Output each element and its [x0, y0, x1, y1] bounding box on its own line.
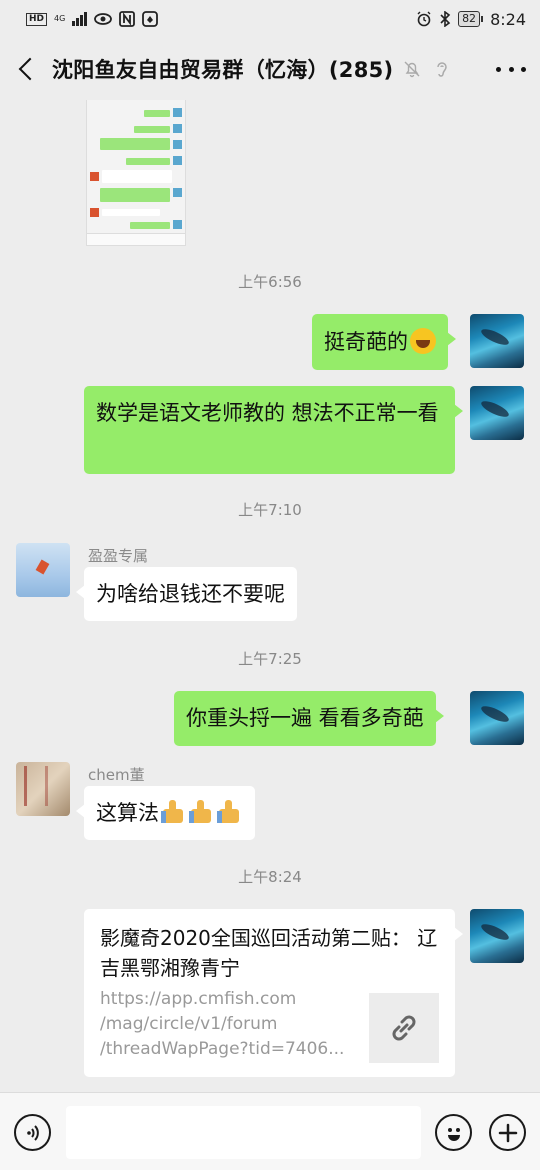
network-type: 4G: [54, 14, 66, 23]
back-arrow-icon[interactable]: [16, 58, 38, 80]
emoji-icon[interactable]: [435, 1114, 472, 1151]
message-text: 挺奇葩的: [324, 330, 408, 354]
link-url-line: /mag/circle/v1/forum: [100, 1014, 278, 1034]
timestamp: 上午6:56: [238, 273, 302, 291]
clock: 8:24: [490, 9, 526, 29]
link-url-line: https://app.cmfish.com: [100, 989, 297, 1009]
avatar[interactable]: [470, 691, 524, 745]
message-text: 这算法: [96, 801, 159, 825]
message-text: 为啥给退钱还不要呢: [96, 582, 285, 606]
bluetooth-icon: [440, 11, 451, 27]
plus-icon[interactable]: [489, 1114, 526, 1151]
shield-icon: [142, 11, 159, 27]
avatar[interactable]: [16, 762, 70, 816]
battery-level: 82: [458, 11, 481, 27]
link-title: 影魔奇2020全国巡回活动第二贴： 辽吉黑鄂湘豫青宁: [100, 926, 438, 980]
nfc-icon: [119, 11, 136, 27]
link-card[interactable]: 影魔奇2020全国巡回活动第二贴： 辽吉黑鄂湘豫青宁 https://app.c…: [84, 909, 463, 1077]
laughing-emoji-icon: [410, 328, 436, 354]
chat-header: 沈阳鱼友自由贸易群（忆海）(285): [0, 38, 540, 100]
message-bubble[interactable]: 你重头捋一遍 看看多奇葩: [174, 691, 444, 746]
hd-indicator: HD: [26, 12, 48, 26]
message-bubble[interactable]: 数学是语文老师教的 想法不正常一看: [84, 386, 463, 474]
thumbs-up-emoji-icon: [189, 799, 215, 825]
avatar[interactable]: [470, 909, 524, 963]
message-list[interactable]: 上午6:56 挺奇葩的 数学是语文老师教的 想法不正常一看 上午7:10 盈盈专…: [0, 100, 540, 1092]
timestamp: 上午8:24: [238, 868, 302, 886]
timestamp: 上午7:10: [238, 501, 302, 519]
thumbs-up-emoji-icon: [217, 799, 243, 825]
thumbs-up-emoji-icon: [161, 799, 187, 825]
message-input[interactable]: [66, 1106, 421, 1159]
timestamp: 上午7:25: [238, 650, 302, 668]
chat-title: 沈阳鱼友自由贸易群（忆海）(285): [52, 58, 394, 82]
message-bubble[interactable]: 为啥给退钱还不要呢: [76, 567, 297, 621]
sender-name: 盈盈专属: [88, 547, 149, 565]
avatar[interactable]: [16, 543, 70, 597]
signal-icon: [72, 12, 88, 26]
avatar[interactable]: [470, 386, 524, 440]
shared-chat-screenshot[interactable]: [86, 100, 186, 246]
voice-icon[interactable]: [14, 1114, 51, 1151]
earpiece-icon: [431, 58, 453, 80]
message-bubble[interactable]: 挺奇葩的: [312, 314, 456, 370]
status-bar-right: 82 8:24: [416, 10, 526, 29]
mute-bell-icon: [401, 58, 423, 80]
input-bar: [0, 1092, 540, 1170]
status-bar: HD 4G 82 8:24: [0, 0, 540, 38]
eye-icon: [94, 13, 113, 25]
message-text: 你重头捋一遍 看看多奇葩: [186, 706, 424, 730]
more-dots-icon[interactable]: [496, 66, 526, 72]
sender-name: chem董: [88, 766, 145, 784]
link-thumbnail: [369, 993, 439, 1063]
link-url: https://app.cmfish.com /mag/circle/v1/fo…: [100, 987, 348, 1062]
alarm-icon: [417, 11, 431, 27]
battery-icon: 82: [458, 11, 484, 27]
link-url-line: /threadWapPage?tid=7406...: [100, 1039, 345, 1059]
message-bubble[interactable]: 这算法: [76, 786, 255, 840]
link-icon: [392, 1015, 416, 1041]
status-bar-left: HD 4G: [26, 11, 159, 27]
avatar[interactable]: [470, 314, 524, 368]
message-text: 数学是语文老师教的 想法不正常一看: [96, 401, 439, 425]
